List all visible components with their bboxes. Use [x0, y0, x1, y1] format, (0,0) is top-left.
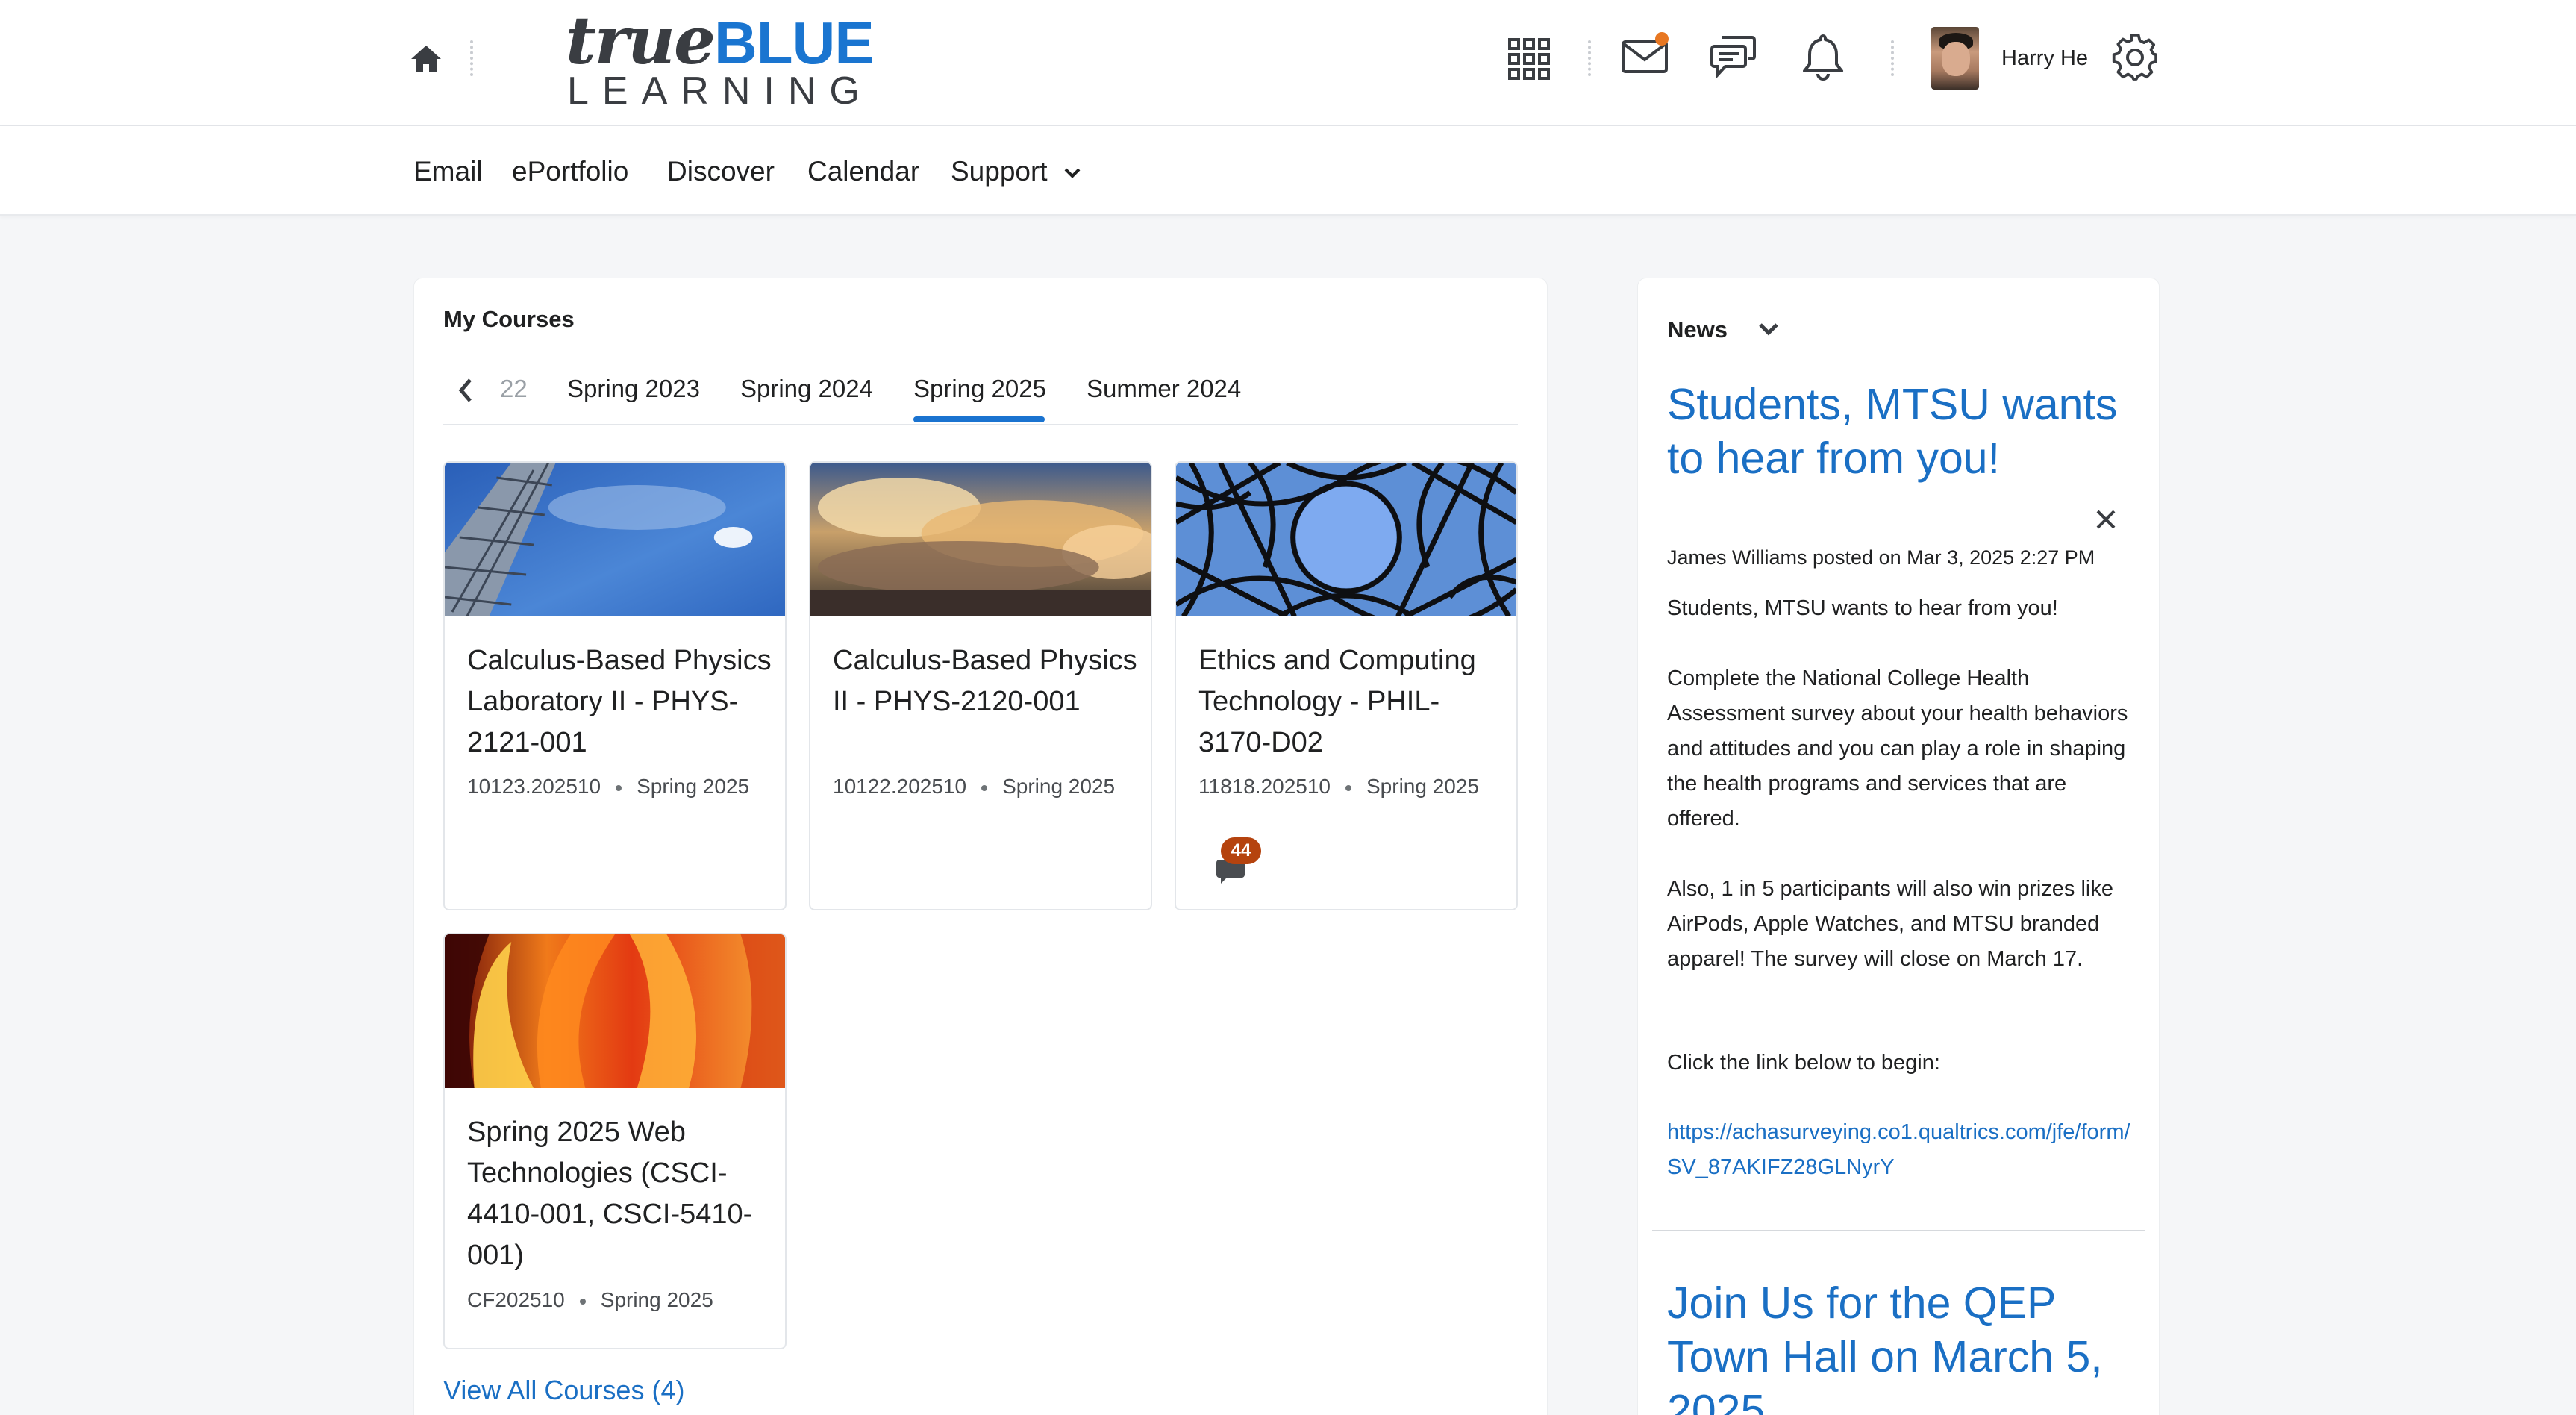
header-divider — [470, 40, 473, 76]
chevron-down-icon — [1064, 168, 1081, 179]
news-author: James Williams posted on Mar 3, 2025 2:2… — [1667, 546, 2095, 569]
chevron-down-icon[interactable] — [1755, 318, 1782, 340]
close-icon[interactable] — [2094, 507, 2118, 531]
tab-partial-previous[interactable]: 22 — [500, 375, 528, 403]
course-title[interactable]: Calculus-Based Physics II - PHYS-2120-00… — [833, 640, 1139, 722]
trueblue-learning-logo[interactable]: trueBLUE LEARNING — [566, 7, 875, 113]
news-paragraph: Complete the National College Health Ass… — [1667, 666, 2128, 831]
course-meta: 10122.202510 Spring 2025 — [833, 775, 1115, 799]
news-headline[interactable]: Students, MTSU wants to hear from you! — [1667, 378, 2145, 485]
waffle-grid-icon[interactable] — [1507, 37, 1551, 81]
news-divider — [1652, 1230, 2145, 1231]
logo-subtitle: LEARNING — [567, 69, 873, 113]
news-headline[interactable]: Join Us for the QEP Town Hall on March 5… — [1667, 1276, 2145, 1415]
course-meta: CF202510 Spring 2025 — [467, 1288, 713, 1312]
mail-icon[interactable] — [1621, 31, 1672, 76]
course-card[interactable]: Ethics and Computing Technology - PHIL-3… — [1175, 461, 1518, 910]
top-header: trueBLUE LEARNING Harry He — [0, 0, 2576, 126]
course-term: Spring 2025 — [1002, 775, 1116, 798]
course-code: 10123.202510 — [467, 775, 601, 798]
header-divider — [1588, 40, 1591, 76]
tab-spring-2023[interactable]: Spring 2023 — [567, 375, 700, 403]
course-meta: 10123.202510 Spring 2025 — [467, 775, 749, 799]
discussion-notification[interactable]: 44 — [1215, 837, 1261, 890]
tabs-divider — [443, 424, 1518, 425]
course-card[interactable]: Calculus-Based Physics Laboratory II - P… — [443, 461, 787, 910]
news-paragraph: Click the link below to begin: — [1667, 1051, 1940, 1075]
nav-item-email[interactable]: Email — [413, 156, 483, 187]
course-image-abstract-flames — [445, 934, 785, 1088]
gear-icon[interactable] — [2110, 33, 2160, 82]
chat-icon[interactable] — [1710, 34, 1757, 81]
nav-bar: Email ePortfolio Discover Calendar Suppo… — [0, 126, 2576, 216]
tab-spring-2024[interactable]: Spring 2024 — [740, 375, 873, 403]
unread-count-badge: 44 — [1221, 837, 1261, 864]
active-tab-indicator — [913, 416, 1045, 422]
view-all-courses-link[interactable]: View All Courses (4) — [443, 1375, 684, 1406]
course-image-lattice — [1176, 463, 1516, 616]
course-image-clouds — [810, 463, 1151, 616]
course-card[interactable]: Calculus-Based Physics II - PHYS-2120-00… — [809, 461, 1152, 910]
chevron-left-icon[interactable] — [455, 376, 478, 404]
nav-item-discover[interactable]: Discover — [667, 156, 775, 187]
course-meta: 11818.202510 Spring 2025 — [1198, 775, 1479, 799]
course-title[interactable]: Ethics and Computing Technology - PHIL-3… — [1198, 640, 1504, 763]
bell-icon[interactable] — [1801, 33, 1845, 81]
my-courses-title: My Courses — [443, 306, 575, 332]
logo-wordmark: trueBLUE — [566, 1, 875, 79]
course-term: Spring 2025 — [637, 775, 750, 798]
course-title[interactable]: Calculus-Based Physics Laboratory II - P… — [467, 640, 773, 763]
course-term: Spring 2025 — [1366, 775, 1480, 798]
nav-item-support[interactable]: Support — [951, 156, 1082, 187]
survey-link[interactable]: https://achasurveying.co1.qualtrics.com/… — [1667, 1115, 2137, 1185]
course-code: 11818.202510 — [1198, 775, 1331, 798]
home-icon[interactable] — [409, 43, 443, 75]
nav-item-calendar[interactable]: Calendar — [807, 156, 919, 187]
nav-item-support-label: Support — [951, 156, 1048, 187]
notification-dot — [1655, 32, 1669, 46]
course-term: Spring 2025 — [600, 1288, 713, 1311]
course-card[interactable]: Spring 2025 Web Technologies (CSCI-4410-… — [443, 933, 787, 1349]
news-paragraph: Students, MTSU wants to hear from you! — [1667, 596, 2058, 620]
tab-spring-2025[interactable]: Spring 2025 — [913, 375, 1046, 403]
tab-summer-2024[interactable]: Summer 2024 — [1087, 375, 1241, 403]
nav-item-eportfolio[interactable]: ePortfolio — [512, 156, 628, 187]
news-title: News — [1667, 316, 1728, 343]
user-name[interactable]: Harry He — [2001, 46, 2088, 71]
course-title[interactable]: Spring 2025 Web Technologies (CSCI-4410-… — [467, 1112, 773, 1276]
course-code: 10122.202510 — [833, 775, 967, 798]
avatar[interactable] — [1931, 27, 1979, 90]
news-paragraph: Also, 1 in 5 participants will also win … — [1667, 877, 2113, 971]
course-code: CF202510 — [467, 1288, 565, 1311]
header-divider — [1891, 40, 1894, 76]
course-image-tower — [445, 463, 785, 616]
